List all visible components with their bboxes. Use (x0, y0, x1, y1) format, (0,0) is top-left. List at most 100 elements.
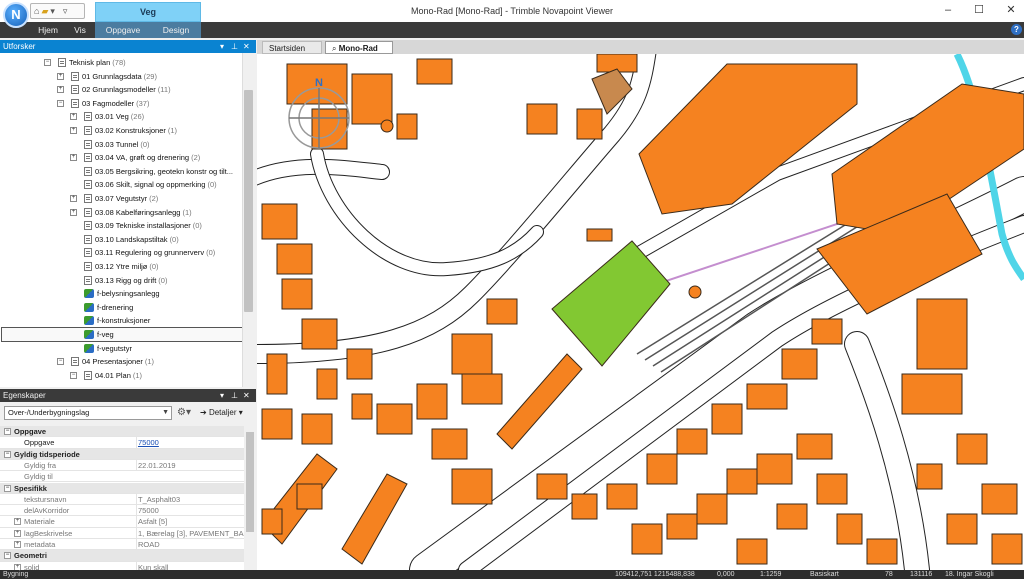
tree-item[interactable]: f-konstruksjoner (84, 314, 150, 327)
tree-item[interactable]: − 04.01 Plan (1) (70, 369, 142, 382)
status-scale[interactable]: 1:1259 (760, 570, 781, 579)
tree-item[interactable]: +03.08 Kabelføringsanlegg (1) (70, 206, 192, 219)
folder-icon (84, 139, 92, 149)
tree-item[interactable]: f-vegutstyr (84, 342, 132, 355)
help-icon[interactable]: ? (1011, 24, 1022, 35)
properties-grid: − Oppgave Oppgave 75000− Gyldig tidsperiode G… (0, 426, 256, 570)
expand-toggle-icon[interactable]: + (70, 208, 77, 216)
props-pin-icon[interactable]: ⊥ (231, 390, 238, 401)
tree-item[interactable]: +03.04 VA, grøft og drenering (2) (70, 151, 200, 164)
tree-item-count: (0) (169, 234, 179, 244)
tree-item[interactable]: f-drenering (84, 301, 133, 314)
tab-design[interactable]: Design (154, 22, 198, 38)
expand-toggle-icon[interactable]: − (57, 99, 64, 107)
novapoint-logo-button[interactable]: N (3, 2, 29, 28)
property-value: Asfalt [5] (136, 516, 244, 528)
collapse-toggle-icon[interactable]: − (4, 552, 11, 560)
tree-item-count: (0) (207, 180, 217, 190)
tree-item[interactable]: 03.09 Tekniske installasjoner (0) (84, 219, 202, 232)
collapse-toggle-icon[interactable]: − (4, 428, 11, 435)
props-dropdown-icon[interactable]: ▾ (220, 390, 224, 401)
tree-item-label: f-belysningsanlegg (97, 289, 160, 299)
panel-dropdown-icon[interactable]: ▾ (220, 41, 224, 52)
property-value[interactable]: 75000 (136, 437, 244, 449)
explorer-panel-title: Utforsker (0, 40, 256, 53)
folder-icon (84, 221, 92, 231)
open-folder-icon[interactable]: ▰ (41, 4, 48, 18)
expand-toggle-icon[interactable]: − (70, 371, 77, 379)
collapse-toggle-icon[interactable]: − (4, 484, 11, 492)
map-viewport[interactable]: N (257, 54, 1024, 570)
tree-item[interactable]: +03.01 Veg (26) (70, 110, 144, 123)
details-button[interactable]: ➔ Detaljer ▾ (200, 406, 252, 420)
maximize-button[interactable]: ☐ (971, 3, 987, 17)
tree-item[interactable]: 03.10 Landskapstiltak (0) (84, 233, 179, 246)
customize-toolbar-icon[interactable]: ▿ (63, 4, 68, 18)
map-canvas[interactable]: N (257, 54, 1024, 570)
property-row: tekstursnavn T_Asphalt03 (0, 493, 244, 506)
property-value: T_Asphalt03 (136, 493, 244, 505)
close-button[interactable]: ✕ (1003, 3, 1019, 17)
tree-item[interactable]: 03.12 Ytre miljø (0) (84, 260, 159, 273)
props-close-icon[interactable]: ✕ (243, 390, 250, 401)
folder-icon (84, 112, 92, 122)
expand-toggle-icon[interactable]: − (57, 358, 64, 366)
status-user: 18. Ingar Skogli (945, 571, 994, 578)
tab-vis[interactable]: Vis (66, 22, 94, 38)
object-type-select[interactable]: Over-/Underbygningslag ▼ (4, 406, 172, 420)
arrow-right-icon: ➔ (200, 408, 207, 417)
expand-toggle-icon[interactable]: + (14, 529, 21, 537)
tree-item-count: (0) (140, 139, 150, 149)
tab-startsiden[interactable]: Startsiden (262, 41, 322, 54)
tree-item[interactable]: +03.02 Konstruksjoner (1) (70, 124, 177, 137)
tree-item-label: 04.01 Plan (95, 370, 131, 380)
tree-item[interactable]: − 04 Presentasjoner (1) (57, 355, 154, 368)
tree-item[interactable]: +01 Grunnlagsdata (29) (57, 70, 157, 83)
collapse-toggle-icon[interactable]: − (4, 450, 11, 458)
tree-item-count: (2) (149, 194, 159, 203)
tab-mono-rad[interactable]: ⌕ Mono-Rad ✕ (325, 41, 393, 66)
tree-item[interactable]: 03.05 Bergsikring, geotekn konstr og til… (84, 165, 233, 178)
tree-item[interactable]: 03.03 Tunnel (0) (84, 138, 150, 151)
context-tab-veg[interactable]: Veg (95, 2, 201, 22)
tree-item[interactable]: 03.13 Rigg og drift (0) (84, 274, 167, 287)
pin-icon[interactable]: ⊥ (231, 41, 238, 52)
panel-close-icon[interactable]: ✕ (243, 41, 250, 52)
tree-item[interactable]: 03.06 Skilt, signal og oppmerking (0) (84, 178, 217, 191)
expand-toggle-icon[interactable]: + (70, 127, 77, 134)
expand-toggle-icon[interactable]: + (57, 86, 64, 94)
tree-item-label: Teknisk plan (69, 58, 111, 67)
property-section[interactable]: − Gyldig tidsperiode (0, 448, 244, 460)
expand-toggle-icon[interactable]: + (70, 154, 77, 162)
section-label: Oppgave (14, 427, 47, 436)
expand-toggle-icon[interactable]: + (14, 541, 21, 548)
property-section[interactable]: − Oppgave (0, 426, 244, 438)
tree-item[interactable]: +03.07 Vegutstyr (2) (70, 192, 159, 205)
expand-toggle-icon[interactable]: + (14, 518, 21, 526)
minimize-button[interactable]: – (940, 3, 956, 17)
gear-icon[interactable]: ⚙▾ (177, 406, 195, 420)
expand-toggle-icon[interactable]: − (44, 59, 51, 66)
property-key: Gyldig til (24, 472, 53, 482)
tree-item-label: 03.01 Veg (95, 112, 129, 122)
expand-toggle-icon[interactable]: + (70, 113, 77, 121)
explorer-scroll-thumb[interactable] (244, 90, 253, 312)
home-icon[interactable]: ⌂ (34, 4, 39, 18)
tab-hjem[interactable]: Hjem (30, 22, 66, 38)
tree-item[interactable]: − 03 Fagmodeller (37) (57, 97, 149, 110)
tree-item[interactable]: − Teknisk plan (78) (44, 56, 126, 69)
property-section[interactable]: − Geometri (0, 550, 244, 562)
explorer-tree: − Teknisk plan (78) +01 Grunnlagsdata (29) +0… (0, 53, 256, 387)
tree-item[interactable]: f-belysningsanlegg (84, 287, 160, 300)
expand-toggle-icon[interactable]: + (57, 72, 64, 80)
expand-toggle-icon[interactable]: + (70, 195, 77, 202)
tree-item[interactable]: f-veg (1, 327, 243, 342)
tree-item[interactable]: +02 Grunnlagsmodeller (11) (57, 83, 171, 96)
tab-oppgave[interactable]: Oppgave (100, 22, 146, 38)
property-section[interactable]: − Spesifikk (0, 482, 244, 494)
property-row: + Materiale Asfalt [5] (0, 516, 244, 528)
properties-scroll-thumb[interactable] (246, 432, 254, 532)
status-basemap[interactable]: Basiskart (810, 570, 839, 579)
tree-item[interactable]: 03.11 Regulering og grunnerverv (0) (84, 246, 215, 259)
dropdown-arrow-icon[interactable]: ▾ (50, 4, 55, 18)
